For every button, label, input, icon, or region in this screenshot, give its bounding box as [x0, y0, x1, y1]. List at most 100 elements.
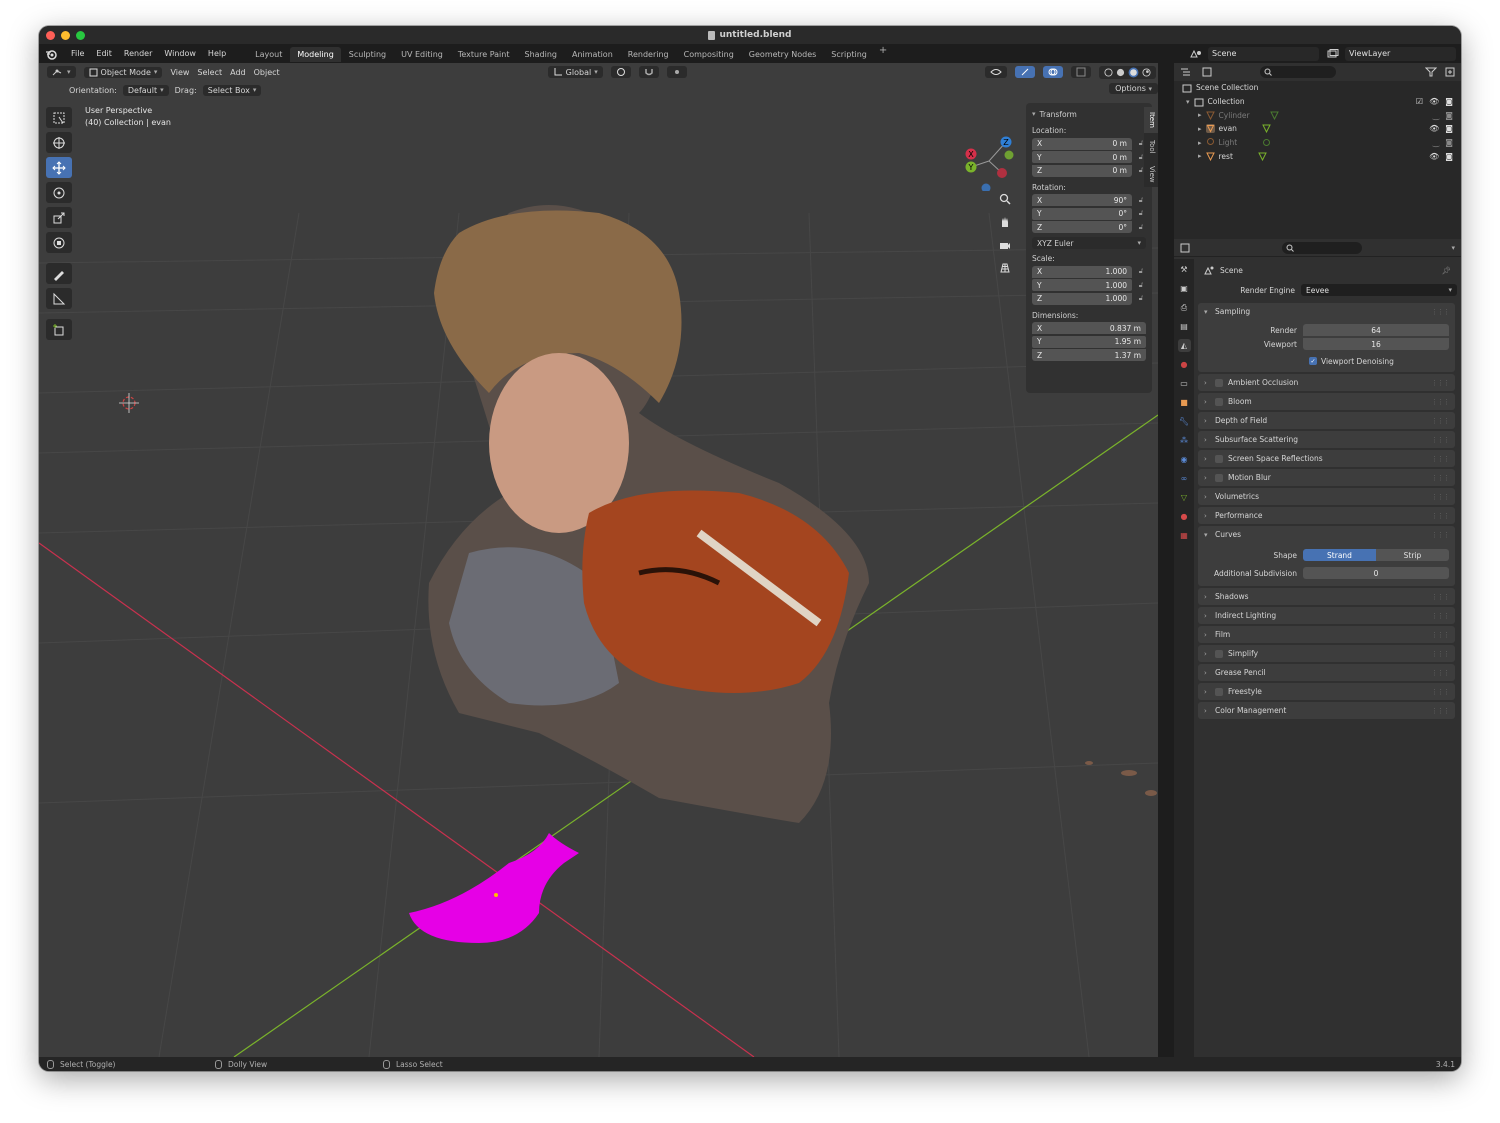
tab-sculpting[interactable]: Sculpting	[342, 47, 393, 62]
outliner-collection[interactable]: ▾ Collection ☑ 👁︎ ◙	[1174, 95, 1461, 109]
drag-mode-selector[interactable]: Select Box ▾	[202, 84, 262, 96]
shading-modes[interactable]	[1098, 65, 1156, 79]
constraints-tab-icon[interactable]: ∞	[1178, 472, 1191, 485]
render-samples-field[interactable]: 64	[1303, 324, 1449, 336]
panel-enable-checkbox[interactable]	[1215, 454, 1223, 463]
tab-item[interactable]: Item	[1144, 107, 1158, 133]
ortho-toggle-button[interactable]	[996, 259, 1014, 277]
overlays-toggle-button[interactable]	[1042, 66, 1063, 78]
drag-grip-icon[interactable]: ⋮⋮⋮	[1431, 493, 1450, 501]
expand-arrow-icon[interactable]: ▸	[1198, 111, 1202, 119]
tab-scripting[interactable]: Scripting	[824, 47, 874, 62]
expand-arrow-icon[interactable]: ▾	[1186, 98, 1190, 106]
panel-header[interactable]: › Grease Pencil ⋮⋮⋮	[1198, 664, 1455, 681]
rotation-y-field[interactable]: Y 0°	[1032, 207, 1132, 220]
eye-icon[interactable]: 👁︎	[1429, 97, 1439, 106]
drag-grip-icon[interactable]: ⋮⋮⋮	[1431, 593, 1450, 601]
3d-viewport[interactable]: ▾ Object Mode ▾ View Select Add Object G…	[39, 63, 1158, 1057]
expand-arrow-icon[interactable]: ▸	[1198, 125, 1202, 133]
drag-grip-icon[interactable]: ⋮⋮⋮	[1431, 650, 1450, 658]
scanned-person-mesh[interactable]	[428, 205, 869, 823]
outliner-object-evan[interactable]: ▸ evan 👁︎ ◙	[1174, 122, 1461, 136]
selected-object-mesh[interactable]	[409, 833, 579, 943]
chevron-down-icon[interactable]: ▾	[1451, 244, 1455, 252]
camera-view-button[interactable]	[996, 236, 1014, 254]
eye-closed-icon[interactable]: ‿	[1433, 111, 1439, 120]
menu-add[interactable]: Add	[230, 68, 246, 77]
lock-icon[interactable]: 🔓︎	[1136, 267, 1146, 276]
dimensions-x-field[interactable]: X 0.837 m	[1032, 322, 1146, 335]
scene-selector[interactable]: Scene	[1189, 44, 1319, 63]
drag-grip-icon[interactable]: ⋮⋮⋮	[1431, 455, 1450, 463]
move-tool[interactable]	[46, 157, 72, 178]
panel-header[interactable]: › Bloom ⋮⋮⋮	[1198, 393, 1455, 410]
outliner-editor-icon[interactable]	[1180, 67, 1194, 77]
panel-header[interactable]: › Color Management ⋮⋮⋮	[1198, 702, 1455, 719]
location-z-field[interactable]: Z0 m	[1032, 164, 1132, 177]
tab-shading[interactable]: Shading	[517, 47, 564, 62]
scale-y-field[interactable]: Y 1.000	[1032, 279, 1132, 292]
particles-tab-icon[interactable]: ⁂	[1178, 434, 1191, 447]
expand-arrow-icon[interactable]: ▸	[1198, 139, 1202, 147]
panel-enable-checkbox[interactable]	[1215, 473, 1223, 482]
menu-select[interactable]: Select	[197, 68, 222, 77]
output-tab-icon[interactable]: ⎙	[1178, 301, 1191, 314]
outliner-scene-collection[interactable]: Scene Collection	[1174, 81, 1461, 95]
camera-render-icon[interactable]: ◙	[1445, 97, 1453, 106]
new-collection-icon[interactable]	[1445, 67, 1455, 77]
location-y-field[interactable]: Y0 m	[1032, 151, 1132, 164]
drag-grip-icon[interactable]: ⋮⋮⋮	[1431, 436, 1450, 444]
eye-icon[interactable]: 👁︎	[1429, 152, 1439, 161]
panel-enable-checkbox[interactable]	[1215, 378, 1223, 387]
menu-edit[interactable]: Edit	[90, 44, 118, 63]
lock-icon[interactable]: 🔓︎	[1136, 209, 1146, 218]
drag-grip-icon[interactable]: ⋮⋮⋮	[1431, 612, 1450, 620]
tab-layout[interactable]: Layout	[248, 47, 289, 62]
pan-button[interactable]	[996, 213, 1014, 231]
gizmo-toggle-button[interactable]	[1014, 66, 1035, 78]
properties-editor-icon[interactable]	[1180, 243, 1194, 253]
render-tab-icon[interactable]: ▣	[1178, 282, 1191, 295]
display-mode-icon[interactable]	[1202, 67, 1216, 77]
menu-render[interactable]: Render	[118, 44, 158, 63]
drag-grip-icon[interactable]: ⋮⋮⋮	[1431, 707, 1450, 715]
tab-animation[interactable]: Animation	[565, 47, 620, 62]
camera-render-icon[interactable]: ◙	[1445, 138, 1453, 147]
scale-x-field[interactable]: X 1.000	[1032, 265, 1132, 278]
camera-render-icon[interactable]: ◙	[1445, 111, 1453, 120]
tab-uv-editing[interactable]: UV Editing	[394, 47, 450, 62]
panel-enable-checkbox[interactable]	[1215, 649, 1223, 658]
transform-tool[interactable]	[46, 232, 72, 253]
viewport-samples-field[interactable]: 16	[1303, 338, 1449, 350]
view-layer-selector[interactable]: ViewLayer	[1326, 44, 1456, 63]
view-layer-tab-icon[interactable]: ▤	[1178, 320, 1191, 333]
drag-grip-icon[interactable]: ⋮⋮⋮	[1431, 531, 1450, 539]
exclude-checkbox[interactable]: ☑	[1416, 97, 1423, 106]
transform-orientation-selector[interactable]: Global ▾	[547, 66, 603, 78]
drag-grip-icon[interactable]: ⋮⋮⋮	[1431, 398, 1450, 406]
lock-icon[interactable]: 🔓︎	[1136, 223, 1146, 232]
rendered-shading-icon[interactable]	[1142, 67, 1151, 77]
modifier-tab-icon[interactable]: 🔧︎	[1178, 415, 1191, 428]
panel-header[interactable]: › Subsurface Scattering ⋮⋮⋮	[1198, 431, 1455, 448]
object-type-visibility-button[interactable]	[984, 66, 1007, 78]
rotation-mode-select[interactable]: XYZ Euler ▾	[1032, 237, 1146, 249]
outliner-object-light[interactable]: ▸ Light ‿ ◙	[1174, 136, 1461, 150]
data-tab-icon[interactable]: ▽	[1178, 491, 1191, 504]
add-cube-tool[interactable]	[46, 319, 72, 340]
tab-tool[interactable]: Tool	[1144, 135, 1158, 159]
view-layer-name[interactable]: ViewLayer	[1349, 49, 1390, 58]
shape-strand-button[interactable]: Strand	[1303, 549, 1376, 561]
panel-enable-checkbox[interactable]	[1215, 687, 1223, 696]
snap-button[interactable]	[638, 66, 659, 78]
collection-tab-icon[interactable]: ▭	[1178, 377, 1191, 390]
sampling-panel-header[interactable]: ▾ Sampling ⋮⋮⋮	[1198, 303, 1455, 320]
xray-toggle-button[interactable]	[1070, 66, 1091, 78]
annotate-tool[interactable]	[46, 263, 72, 284]
menu-view[interactable]: View	[170, 68, 189, 77]
drag-grip-icon[interactable]: ⋮⋮⋮	[1431, 417, 1450, 425]
lock-icon[interactable]: 🔓︎	[1136, 281, 1146, 290]
panel-header[interactable]: › Simplify ⋮⋮⋮	[1198, 645, 1455, 662]
drag-grip-icon[interactable]: ⋮⋮⋮	[1431, 379, 1450, 387]
lock-icon[interactable]: 🔓︎	[1136, 196, 1146, 205]
